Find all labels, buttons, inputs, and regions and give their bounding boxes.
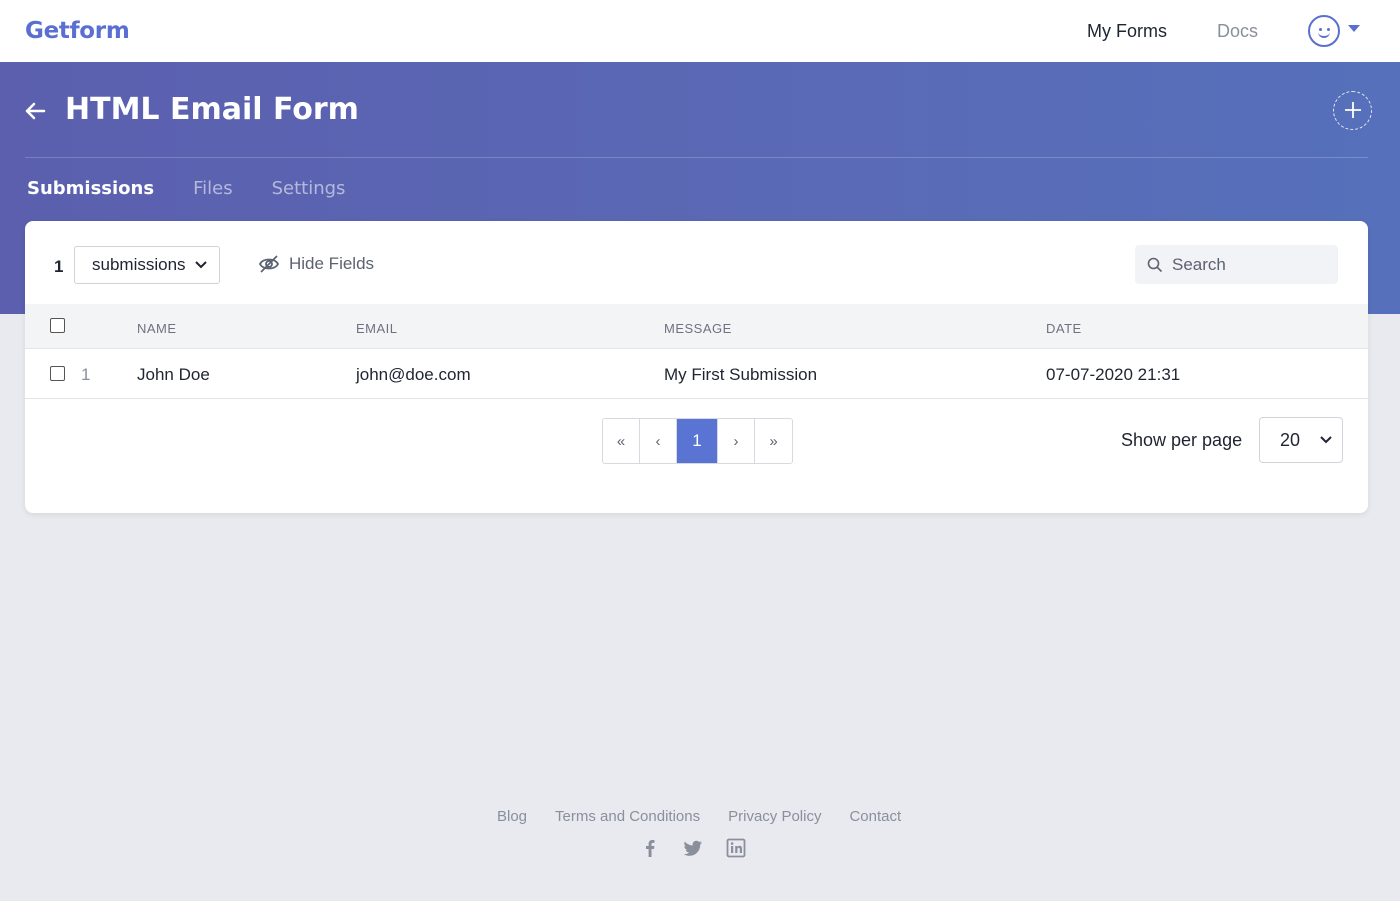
cell-email: john@doe.com <box>356 365 471 384</box>
select-all-checkbox[interactable] <box>50 318 65 333</box>
submissions-card: 1 submissions Hide Fields NAME EMAIL MES… <box>25 221 1368 513</box>
column-header-email[interactable]: EMAIL <box>356 321 398 336</box>
footer-link-blog[interactable]: Blog <box>497 808 527 825</box>
nav-link-my-forms[interactable]: My Forms <box>1087 21 1167 42</box>
tab-files[interactable]: Files <box>193 178 233 199</box>
social-links <box>640 838 769 858</box>
add-button[interactable] <box>1333 91 1372 130</box>
hide-fields-button[interactable]: Hide Fields <box>258 254 374 274</box>
getform-logo[interactable]: Getform <box>25 18 130 44</box>
top-navbar: Getform My Forms Docs <box>0 0 1400 62</box>
first-page-button[interactable]: « <box>603 419 640 463</box>
row-checkbox[interactable] <box>50 366 65 381</box>
search-icon <box>1147 257 1163 272</box>
back-arrow-icon[interactable] <box>24 100 46 124</box>
footer-link-contact[interactable]: Contact <box>849 808 901 825</box>
table-row[interactable]: 1 John Doe john@doe.com My First Submiss… <box>25 349 1368 399</box>
view-select[interactable]: submissions <box>74 246 220 284</box>
per-page-label: Show per page <box>1121 430 1243 450</box>
pagination: « ‹ 1 › » <box>602 418 793 464</box>
page-number-button[interactable]: 1 <box>677 419 718 463</box>
search-input[interactable] <box>1172 254 1322 275</box>
column-header-name[interactable]: NAME <box>137 321 177 336</box>
last-page-button[interactable]: » <box>755 419 792 463</box>
twitter-icon[interactable] <box>683 838 703 858</box>
tab-submissions[interactable]: Submissions <box>27 178 154 199</box>
eye-slash-icon <box>258 255 280 273</box>
form-tabs: Submissions Files Settings <box>27 178 384 199</box>
user-menu-toggle[interactable] <box>1308 15 1360 47</box>
facebook-icon[interactable] <box>640 838 660 858</box>
hide-fields-label: Hide Fields <box>289 254 375 273</box>
header-divider <box>25 157 1368 158</box>
chevron-down-icon <box>195 261 207 269</box>
page-title: HTML Email Form <box>65 92 359 127</box>
next-page-button[interactable]: › <box>718 419 755 463</box>
cell-date: 07-07-2020 21:31 <box>1046 365 1181 384</box>
footer-link-privacy[interactable]: Privacy Policy <box>728 808 821 825</box>
prev-page-button[interactable]: ‹ <box>640 419 677 463</box>
chevron-down-icon <box>1320 436 1332 444</box>
tab-settings[interactable]: Settings <box>272 178 346 199</box>
per-page-select[interactable]: 20 <box>1259 417 1343 463</box>
footer-link-terms[interactable]: Terms and Conditions <box>555 808 700 825</box>
view-select-value: submissions <box>92 255 186 274</box>
plus-icon <box>1344 102 1361 118</box>
per-page-value: 20 <box>1280 429 1301 450</box>
avatar-smiley-icon <box>1308 15 1340 47</box>
caret-down-icon <box>1348 24 1360 32</box>
linkedin-icon[interactable] <box>726 838 746 858</box>
cell-name: John Doe <box>137 365 210 384</box>
column-header-message[interactable]: MESSAGE <box>664 321 732 336</box>
search-box <box>1135 245 1338 284</box>
cell-message: My First Submission <box>664 365 818 384</box>
row-number: 1 <box>81 365 91 384</box>
column-header-date[interactable]: DATE <box>1046 321 1082 336</box>
table-header: NAME EMAIL MESSAGE DATE <box>25 304 1368 349</box>
nav-link-docs[interactable]: Docs <box>1217 21 1258 42</box>
footer-links: Blog Terms and Conditions Privacy Policy… <box>497 808 929 825</box>
topnav-right: My Forms Docs <box>1087 15 1375 47</box>
submission-count: 1 <box>54 257 64 276</box>
